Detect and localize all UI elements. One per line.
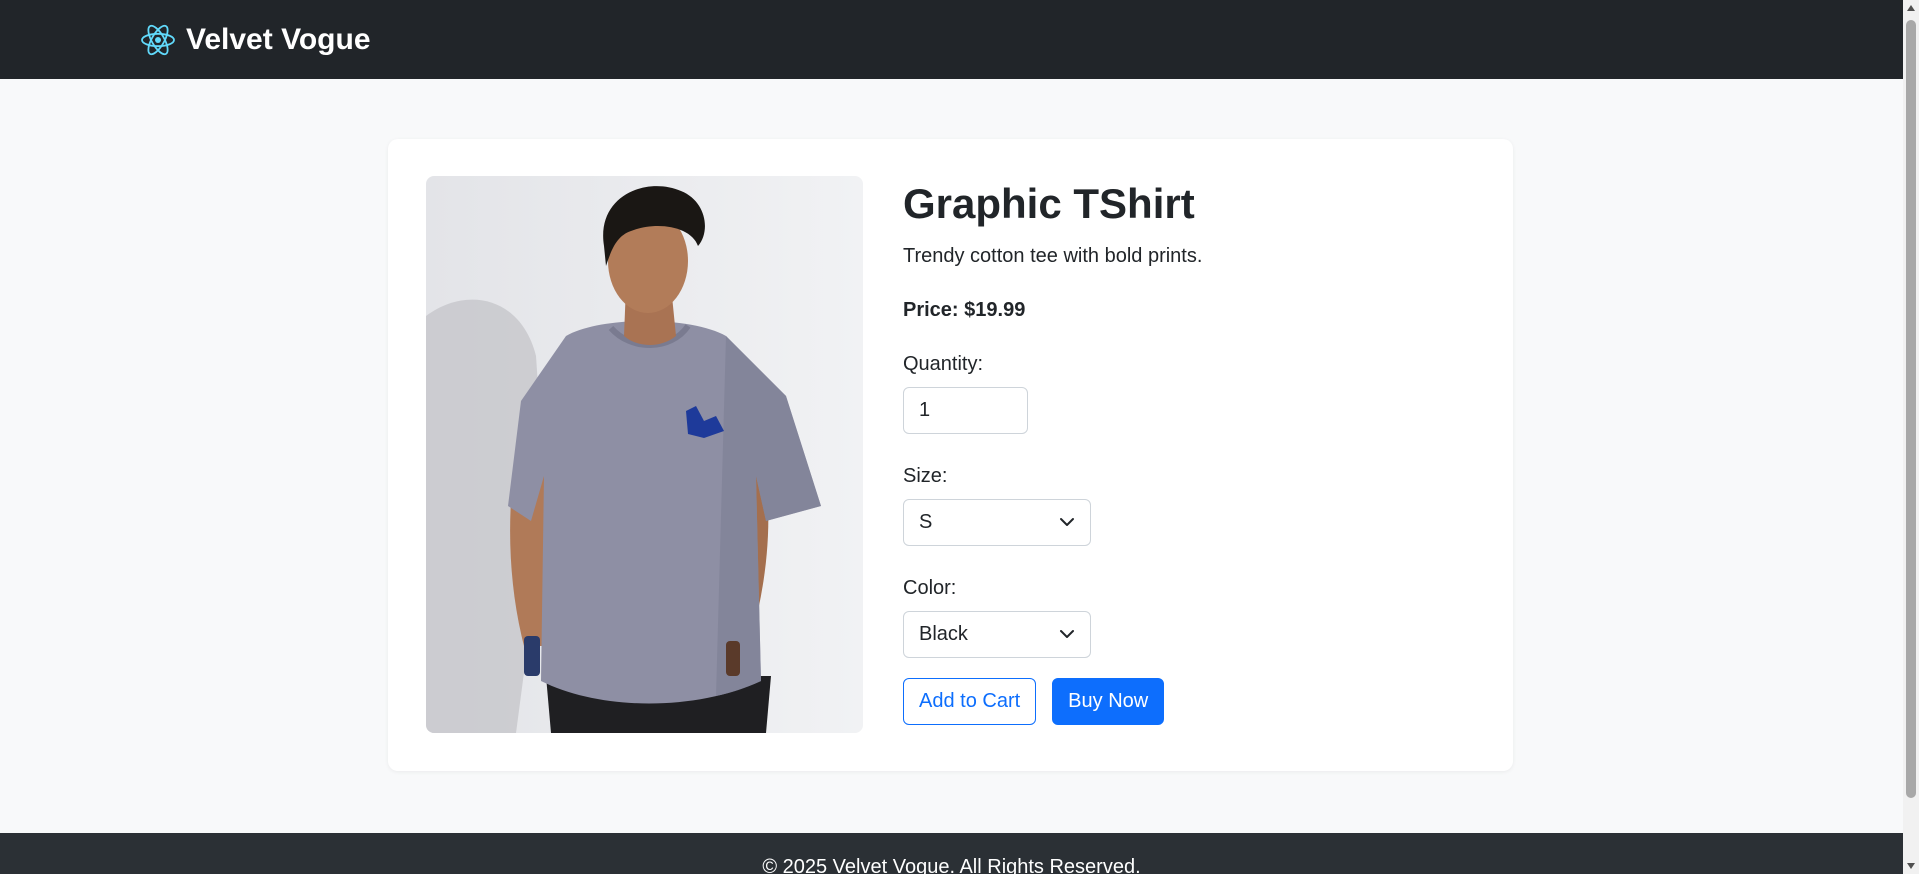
footer: © 2025 Velvet Vogue. All Rights Reserved… xyxy=(0,833,1903,874)
brand-name: Velvet Vogue xyxy=(186,22,371,56)
brand-link[interactable]: Velvet Vogue xyxy=(140,22,371,58)
product-description: Trendy cotton tee with bold prints. xyxy=(903,244,1203,267)
vertical-scrollbar[interactable] xyxy=(1903,0,1919,874)
product-image xyxy=(426,176,863,733)
scroll-up-arrow-icon[interactable] xyxy=(1903,0,1919,16)
size-selected-value: S xyxy=(919,510,933,533)
buy-now-button[interactable]: Buy Now xyxy=(1052,677,1165,725)
size-label: Size: xyxy=(903,464,948,487)
footer-copyright: © 2025 Velvet Vogue. All Rights Reserved… xyxy=(762,856,1141,874)
chevron-down-icon xyxy=(1060,630,1074,638)
product-card: Graphic TShirt Trendy cotton tee with bo… xyxy=(388,139,1513,771)
chevron-down-icon xyxy=(1060,518,1074,526)
product-details: Graphic TShirt Trendy cotton tee with bo… xyxy=(903,176,1463,725)
model-in-tshirt-image xyxy=(426,176,863,733)
action-buttons: Add to Cart Buy Now xyxy=(903,677,1463,725)
price-value: $19.99 xyxy=(964,298,1026,321)
add-to-cart-button[interactable]: Add to Cart xyxy=(903,677,1037,725)
react-atom-icon xyxy=(141,24,175,55)
color-selected-value: Black xyxy=(919,622,968,645)
scroll-down-arrow-icon[interactable] xyxy=(1903,858,1919,874)
product-price: Price: $19.99 xyxy=(903,299,1463,322)
color-label: Color: xyxy=(903,576,957,599)
color-select[interactable]: Black xyxy=(903,610,1091,658)
scrollbar-thumb[interactable] xyxy=(1906,20,1916,798)
page: Velvet Vogue Graphic TShirt Trendy cotto… xyxy=(0,0,1919,874)
navbar: Velvet Vogue xyxy=(0,0,1903,79)
quantity-input[interactable] xyxy=(903,386,1028,434)
size-select[interactable]: S xyxy=(903,498,1091,546)
product-title: Graphic TShirt xyxy=(903,180,1195,227)
price-label: Price: xyxy=(903,298,959,321)
quantity-label: Quantity: xyxy=(903,352,984,375)
